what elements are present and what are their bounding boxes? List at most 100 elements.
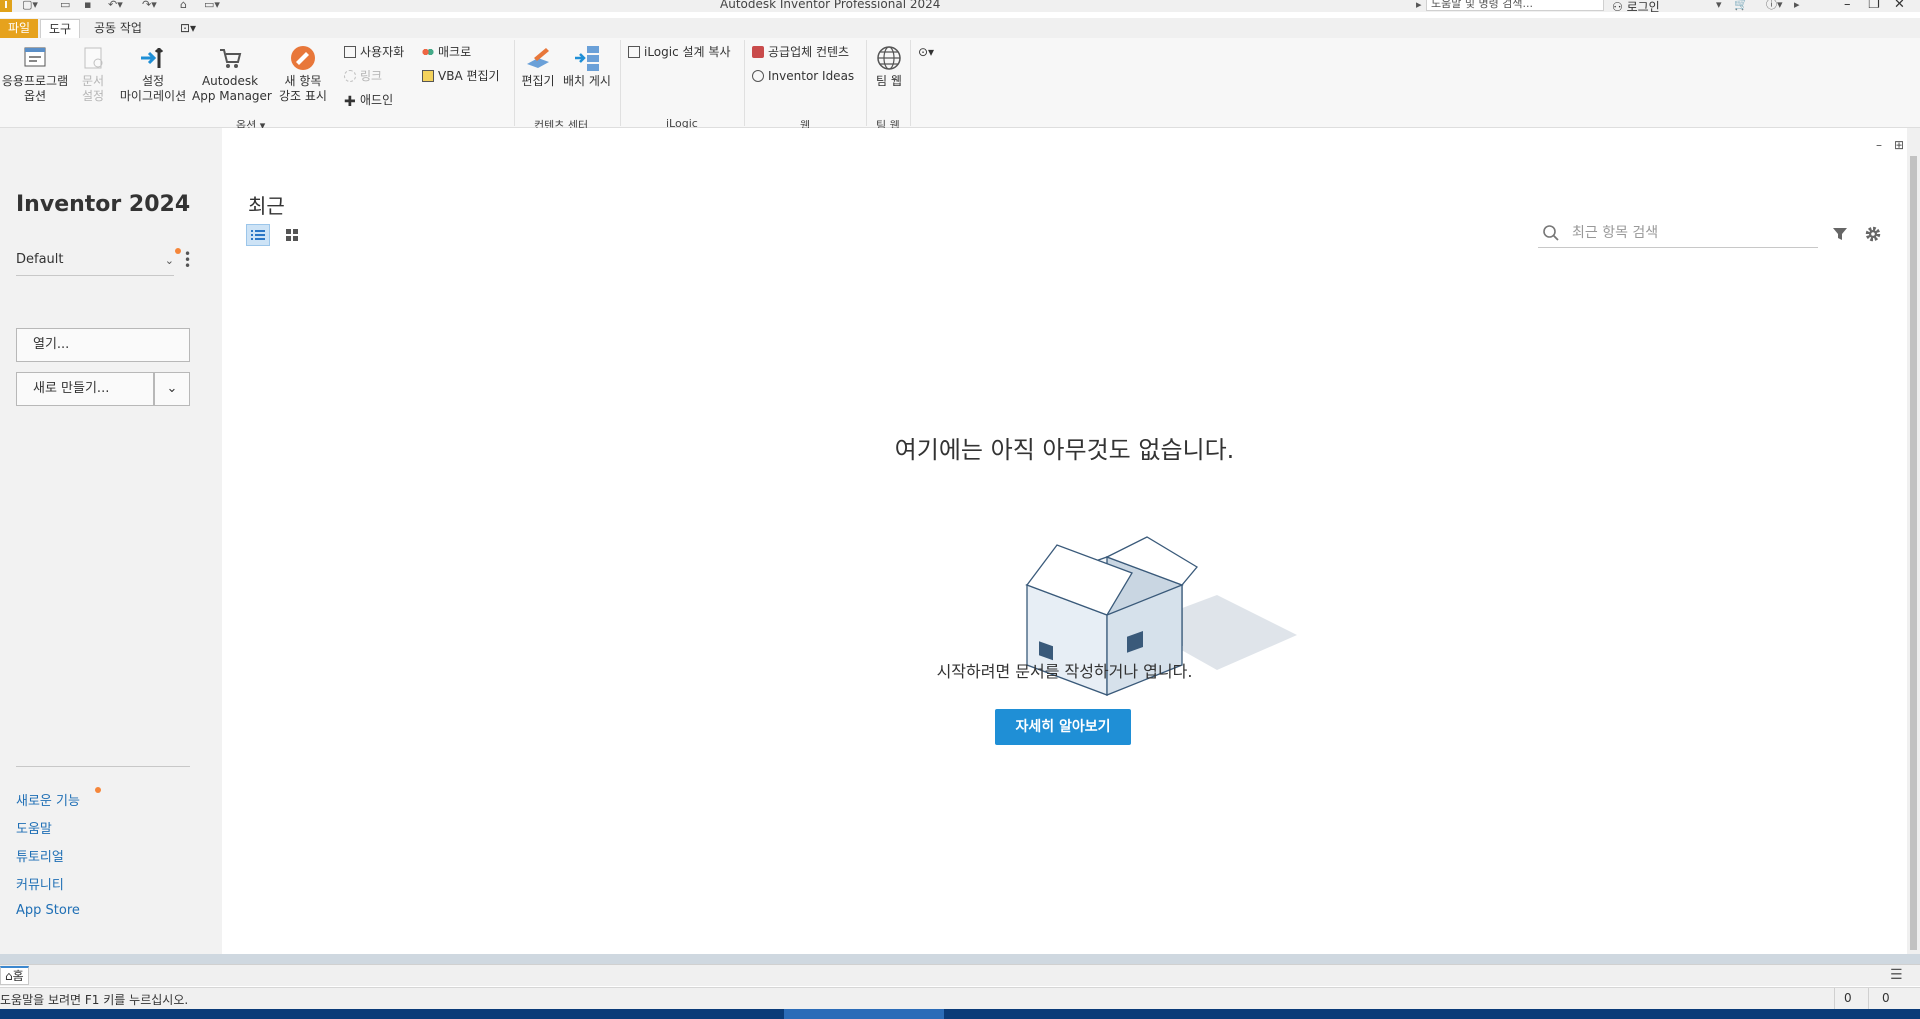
status-message: 도움말을 보려면 F1 키를 누르십시오. — [0, 993, 189, 1007]
ribbon: 응용프로그램 옵션 문서 설정 설정 마이그레이션 Autodesk App M… — [0, 38, 1920, 132]
vba-editor-button[interactable]: VBA 편집기 — [422, 68, 500, 84]
team-web-button[interactable]: 팀 웹 — [866, 40, 912, 89]
home-icon: ⌂ — [5, 969, 13, 983]
panel-minimize-icon[interactable]: – — [1876, 138, 1882, 152]
editor-icon — [527, 48, 549, 68]
link-whats-new[interactable]: 새로운 기능 — [16, 790, 80, 809]
horizontal-divider — [0, 954, 1920, 964]
new-file-icon[interactable]: ▢▾ — [22, 0, 38, 12]
tab-tools[interactable]: 도구 — [40, 19, 81, 38]
undo-icon[interactable]: ↶▾ — [108, 0, 123, 12]
login-dropdown-icon[interactable]: ▾ — [1716, 0, 1722, 12]
batch-publish-icon — [575, 46, 599, 71]
help-icon[interactable]: ⓘ▾ — [1766, 0, 1783, 12]
status-separator — [1834, 988, 1835, 1010]
page-title: 최근 — [248, 194, 285, 218]
hamburger-menu-icon[interactable]: ☰ — [1890, 967, 1903, 983]
sidebar-divider — [16, 766, 190, 767]
migrate-icon — [141, 48, 164, 68]
inventor-ideas-button[interactable]: Inventor Ideas — [752, 68, 854, 84]
highlight-new-button[interactable]: 새 항목 강조 표시 — [270, 40, 336, 104]
ilogic-design-copy-button[interactable]: iLogic 설계 복사 — [628, 44, 731, 60]
highlight-new-icon — [291, 46, 315, 70]
ribbon-customize-dropdown[interactable]: ⊙▾ — [918, 44, 934, 60]
tab-file[interactable]: 파일 — [0, 19, 39, 38]
app-manager-button[interactable]: Autodesk App Manager — [192, 40, 272, 104]
whats-new-dot — [95, 787, 101, 793]
search-icon — [1543, 225, 1559, 241]
link-button[interactable]: 링크 — [344, 68, 382, 84]
supplier-content-icon — [752, 46, 764, 58]
project-selector[interactable]: Default ⌄ — [16, 252, 174, 276]
minimize-button[interactable]: – — [1844, 0, 1851, 12]
ilogic-copy-icon — [628, 46, 640, 58]
open-file-icon[interactable]: ▭ — [60, 0, 70, 12]
title-bar: I ▢▾ ▭ ▪ ↶▾ ↷▾ ⌂ ▭▾ Autodesk Inventor Pr… — [0, 0, 1920, 15]
status-count-2: 0 — [1882, 991, 1890, 1005]
link-tutorials[interactable]: 튜토리얼 — [16, 846, 64, 865]
supplier-content-button[interactable]: 공급업체 컨텐츠 — [752, 44, 849, 60]
editor-button[interactable]: 편집기 — [516, 40, 560, 89]
home-sidebar: Inventor 2024 Default ⌄ • • • 열기... 새로 만들기… — [0, 128, 222, 954]
learn-more-button[interactable]: 자세히 알아보기 — [995, 709, 1131, 745]
vertical-scrollbar[interactable] — [1907, 128, 1920, 954]
cart-icon[interactable]: 🛒 — [1734, 0, 1748, 12]
migrate-settings-button[interactable]: 설정 마이그레이션 — [114, 40, 192, 104]
addin-icon: ✚ — [344, 94, 356, 110]
more-icon[interactable]: ▸ — [1794, 0, 1800, 12]
search-expand-icon[interactable]: ▸ — [1416, 0, 1422, 12]
project-menu-icon[interactable]: • • • — [184, 248, 191, 272]
ideas-icon — [752, 70, 764, 82]
redo-icon[interactable]: ↷▾ — [142, 0, 157, 12]
product-title: Inventor 2024 — [16, 192, 191, 217]
ribbon-separator — [910, 40, 911, 126]
ribbon-tabs: 파일 도구 공동 작업 ⊡▾ — [0, 18, 1920, 38]
open-button[interactable]: 열기... — [16, 328, 190, 362]
recent-search-input[interactable] — [1570, 222, 1810, 244]
list-view-icon — [251, 230, 265, 240]
macro-button[interactable]: 매크로 — [422, 44, 471, 60]
taskbar-active-app[interactable] — [784, 1009, 944, 1019]
tab-home[interactable]: ⌂홈 — [0, 966, 29, 985]
save-icon[interactable]: ▪ — [84, 0, 91, 12]
chevron-down-icon: ⌄ — [166, 381, 178, 396]
home-main: – ⊞ 최근 여기에는 아직 아무것도 없습니다. 시작하려면 문서를 작성하거… — [222, 128, 1907, 954]
scrollbar-thumb[interactable] — [1910, 156, 1917, 950]
link-community[interactable]: 커뮤니티 — [16, 874, 64, 893]
customize-button[interactable]: 사용자화 — [344, 44, 404, 60]
grid-view-icon — [286, 229, 298, 241]
addin-button[interactable]: ✚ 애드인 — [344, 92, 393, 110]
customize-icon — [344, 46, 356, 58]
empty-state-title: 여기에는 아직 아무것도 없습니다. — [894, 436, 1235, 464]
notification-dot — [175, 248, 181, 254]
new-dropdown-button[interactable]: ⌄ — [154, 372, 190, 406]
document-tabs: ⌂홈 ☰ — [0, 964, 1920, 986]
new-button[interactable]: 새로 만들기... — [16, 372, 154, 406]
quick-access-dropdown-icon[interactable]: ▭▾ — [204, 0, 220, 12]
gear-icon[interactable] — [1864, 225, 1882, 243]
tab-collaborate[interactable]: 공동 작업 — [86, 19, 150, 38]
link-app-store[interactable]: App Store — [16, 903, 80, 918]
home-icon[interactable]: ⌂ — [180, 0, 187, 12]
tab-more-dropdown[interactable]: ⊡▾ — [172, 19, 204, 38]
doc-settings-button[interactable]: 문서 설정 — [74, 40, 112, 104]
batch-publish-button[interactable]: 배치 게시 — [562, 40, 612, 89]
help-search-input[interactable]: 도움말 및 명령 검색... — [1426, 0, 1604, 11]
panel-layout-icon[interactable]: ⊞ — [1894, 138, 1904, 152]
globe-icon — [877, 46, 901, 70]
restore-button[interactable]: ❐ — [1868, 0, 1880, 12]
app-options-button[interactable]: 응용프로그램 옵션 — [0, 40, 74, 104]
app-logo[interactable]: I — [0, 0, 12, 12]
filter-icon[interactable] — [1832, 226, 1848, 242]
status-separator — [1868, 988, 1869, 1010]
list-view-button[interactable] — [246, 224, 270, 246]
login-button[interactable]: ⚇ 로그인 — [1612, 0, 1660, 15]
close-button[interactable]: ✕ — [1894, 0, 1905, 12]
grid-view-button[interactable] — [280, 224, 304, 246]
macro-icon — [422, 46, 434, 58]
empty-state-subtitle: 시작하려면 문서를 작성하거나 엽니다. — [936, 662, 1193, 681]
vba-editor-icon — [422, 70, 434, 82]
ribbon-separator — [744, 40, 745, 126]
app-options-icon — [24, 47, 46, 67]
link-help[interactable]: 도움말 — [16, 818, 52, 837]
